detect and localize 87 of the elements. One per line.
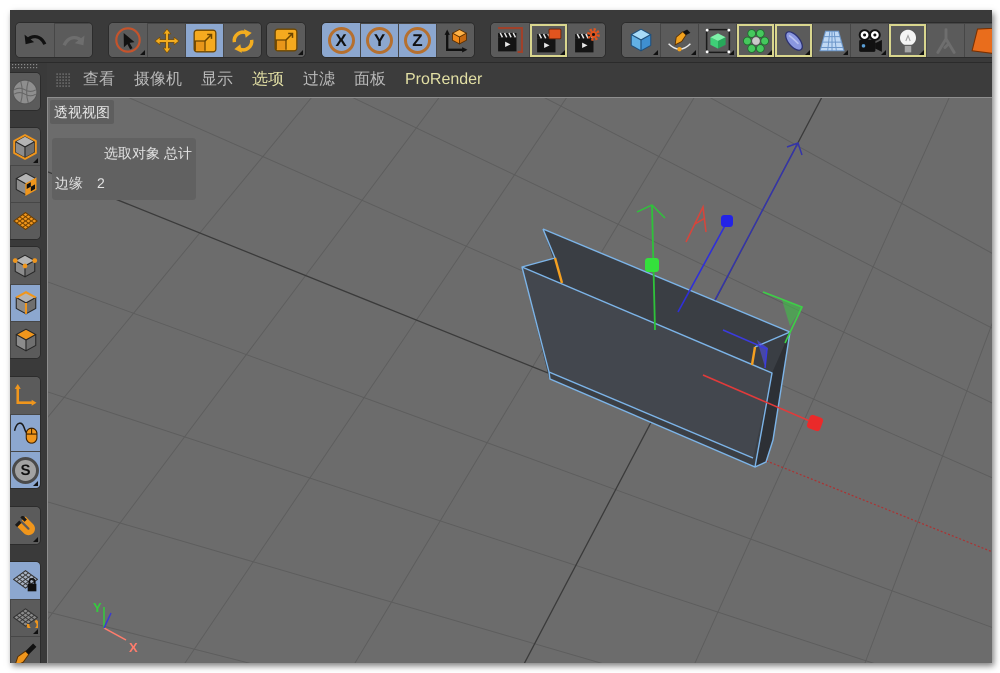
plane-handle[interactable] [762,291,804,344]
axis-lock-button[interactable]: Y [360,23,398,57]
menu-item[interactable]: 选项 [252,70,284,90]
floor-button[interactable] [812,23,850,57]
camera-button[interactable] [850,23,888,57]
flower-icon [742,28,768,54]
deformer-button[interactable] [774,23,812,57]
axis-gizmo-drawing [103,607,126,641]
cube-outline-icon [12,134,38,160]
pen-button[interactable] [660,23,698,57]
menu-item[interactable]: 面板 [354,70,386,90]
cube-edges-icon [12,290,38,316]
grip-icon[interactable] [55,72,71,88]
clapperboard-gear-icon [574,28,600,54]
scale-icon [273,27,299,53]
x-axis-handle[interactable] [702,374,824,432]
cube-points-icon [12,252,38,278]
cage-cube-icon [704,28,730,54]
mesh-sphere-icon [12,78,38,104]
coordinate-system-button[interactable] [436,23,474,57]
planar-workplane-button[interactable] [10,599,40,636]
texture-mode-button[interactable] [10,165,40,202]
info-label: 边缘 [55,174,83,193]
cube-face-icon [12,327,38,353]
subdivision-button[interactable] [698,23,736,57]
grid-plane-icon [818,28,844,54]
grid-diamond-icon [13,212,38,230]
cube-icon [628,27,654,53]
solo-button[interactable]: S [10,451,40,488]
info-header: 选取对象 总计 [104,144,192,163]
move-arrows-icon [154,28,180,54]
cube-button[interactable] [622,23,660,57]
viewport[interactable]: Y X 透视视图 选取对象 总计 边缘 2 [47,97,992,663]
magnet-icon [14,516,36,536]
clapperboard-icon [497,27,523,53]
mouse-icon [14,422,38,444]
movie-camera-icon [856,28,882,54]
viewport-title: 透视视图 [50,100,114,124]
pen-nib-icon [14,643,37,663]
selected-edge [750,346,756,366]
handle-marker[interactable] [685,204,707,243]
pen-button[interactable] [10,636,40,663]
menu-item[interactable]: 查看 [83,70,115,90]
scale-tool-button[interactable] [185,23,223,57]
axis-lock-button[interactable]: X [322,23,360,57]
clapperboard-icon [536,28,562,54]
workplane-button[interactable] [10,202,40,239]
rotate-icon [230,28,256,54]
axis-label: X [129,640,138,655]
tweak-mode-button[interactable] [10,414,40,451]
y-axis-handle[interactable] [645,258,659,272]
axis-label: Y [93,600,102,615]
render-picture-button[interactable] [529,23,567,57]
axis-corner-icon [14,384,36,407]
y-axis-arrow[interactable] [636,204,666,330]
grid-rotate-icon [13,608,38,628]
grip-icon[interactable] [11,63,39,70]
capsule-icon [784,30,804,50]
model-mode-button[interactable] [10,128,40,165]
checker-cube-icon [12,171,38,197]
scale-icon [192,28,218,54]
menu-item[interactable]: 显示 [201,70,233,90]
grid-lock-icon [12,570,38,592]
render-settings-button[interactable] [567,23,605,57]
cloner-button[interactable] [736,23,774,57]
selected-edge [554,258,564,284]
shape-button[interactable] [964,23,992,57]
rotate-tool-button[interactable] [223,23,261,57]
info-value: 2 [97,174,105,193]
menu-item[interactable]: 过滤 [303,70,335,90]
folded-mesh-object[interactable] [521,228,791,468]
axis-lock-button[interactable]: Z [398,23,436,57]
select-tool-button[interactable] [109,23,147,57]
pen-nib-icon [668,28,691,52]
cursor-icon [115,27,141,53]
menu-item[interactable]: 摄像机 [134,70,182,90]
undo-icon [24,34,46,46]
z-axis-handle[interactable] [677,215,733,312]
plane-handle[interactable] [722,329,768,368]
menu-item[interactable]: ProRender [405,70,482,90]
polygons-mode-button[interactable] [10,321,40,358]
locked-workplane-button[interactable] [10,562,40,599]
edges-mode-button[interactable] [10,284,40,321]
polygon-shape-icon [970,28,992,54]
light-button[interactable] [888,23,926,57]
move-tool-button[interactable] [147,23,185,57]
axes-cube-icon [444,28,468,52]
